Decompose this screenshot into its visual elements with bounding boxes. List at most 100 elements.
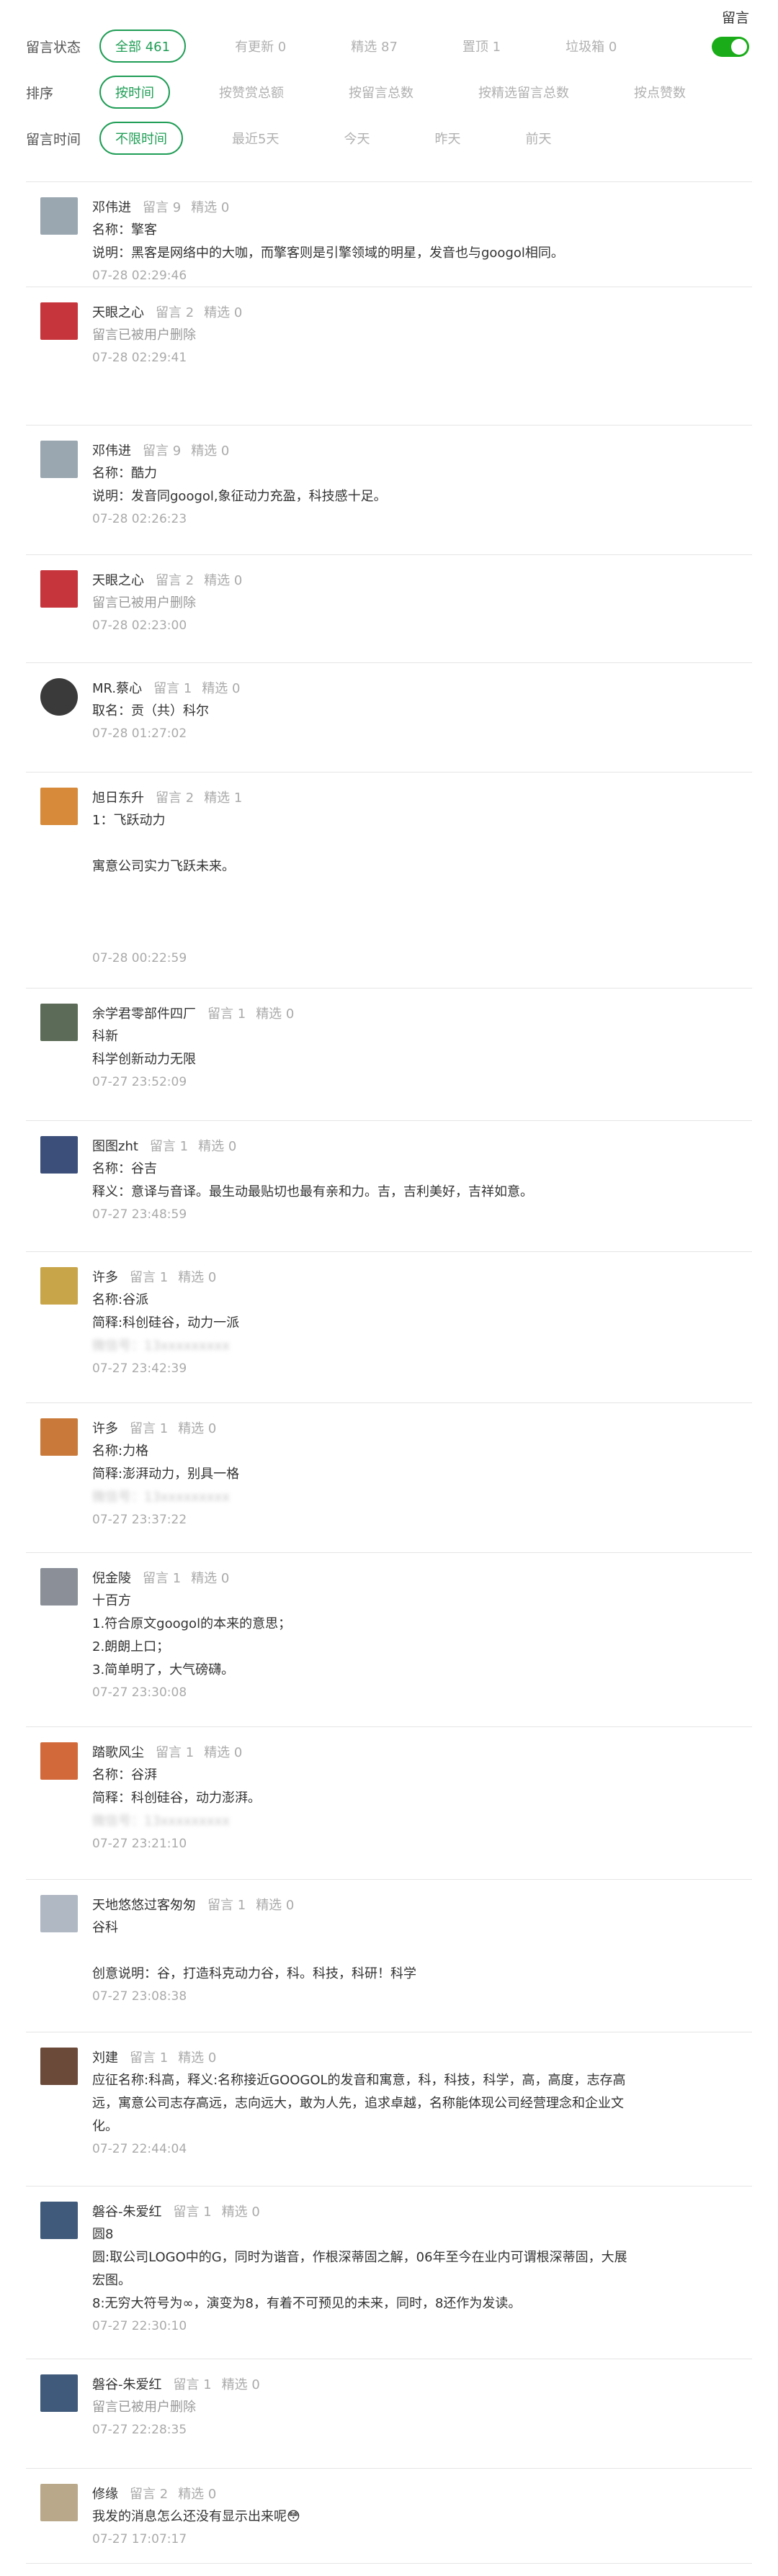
comment-username[interactable]: 修缘 [92,2487,118,2502]
avatar[interactable] [40,1267,78,1305]
comment-body: 余学君零部件四厂 留言 1 精选 0 科新 科学创新动力无限 07-27 23:52:09 [92,1004,741,1093]
comment-meta: 天眼之心 留言 2 精选 0 [92,302,741,324]
comment-timestamp: 07-27 23:08:38 [92,1989,187,2004]
comment-timestamp: 07-27 23:42:39 [92,1361,187,1376]
comment-meta: MR.蔡心 留言 1 精选 0 [92,678,741,700]
comment-management-page: 留言状态 全部 461 有更新 0 精选 87 置顶 1 垃圾箱 0 排序 按时间 按赞赏… [0,0,778,2576]
comment-username[interactable]: 天地悠悠过客匆匆 [92,1898,196,1913]
comment-username[interactable]: 邓伟进 [92,200,131,215]
comment-text-line: 说明：发音同googol,象征动力充盈，科技感十足。 [92,489,387,504]
featured-count-stat: 精选 0 [204,1745,243,1760]
avatar[interactable] [40,1004,78,1041]
featured-count-stat: 精选 0 [191,443,230,459]
comment-username[interactable]: 天眼之心 [92,573,144,588]
status-filter-option[interactable]: 有更新 0 [219,30,302,63]
time-filter-option[interactable]: 昨天 [419,122,476,155]
status-filter-option[interactable]: 全部 461 [99,30,187,63]
comment-meta: 邓伟进 留言 9 精选 0 [92,197,741,219]
avatar[interactable] [40,1136,78,1174]
sort-filter-option[interactable]: 按留言总数 [333,76,429,109]
avatar[interactable] [40,1418,78,1456]
avatar[interactable] [40,2048,78,2085]
comment-timestamp: 07-27 22:30:10 [92,2319,187,2333]
avatar[interactable] [40,441,78,478]
featured-count-stat: 精选 0 [191,200,230,215]
comment-count-stat: 留言 1 [130,1270,169,1285]
status-filter-option[interactable]: 垃圾箱 0 [550,30,632,63]
sort-filter-option[interactable]: 按时间 [99,76,170,109]
comment-text-line: 谷科 [92,1920,118,1935]
sort-filter-option[interactable]: 按精选留言总数 [462,76,585,109]
time-filter-option[interactable]: 不限时间 [99,122,183,155]
comment-username[interactable]: 许多 [92,1421,118,1436]
comment-timestamp: 07-27 23:37:22 [92,1513,187,1527]
comment-text-line: 创意说明：谷，打造科克动力谷，科。科技，科研！科学 [92,1966,416,1981]
comment-text-line: 简释:澎湃动力，别具一格 [92,1467,240,1482]
avatar[interactable] [40,197,78,235]
comment-item: 磐谷-朱爱红 留言 1 精选 0 圆8 圆:取公司LOGO中的G，同时为谐音，作根深蒂固… [26,2186,752,2359]
comment-body: 天地悠悠过客匆匆 留言 1 精选 0 谷科 创意说明：谷，打造科克动力谷，科。科技，科… [92,1895,741,2007]
comment-username[interactable]: MR.蔡心 [92,681,142,696]
comment-text-line: 科新 [92,1029,118,1044]
comment-username[interactable]: 踏歌风尘 [92,1745,144,1760]
toggle-knob [731,39,747,55]
featured-count-stat: 精选 1 [204,791,243,806]
comment-body: 邓伟进 留言 9 精选 0 名称：酷力 说明：发音同googol,象征动力充盈，科技感十… [92,441,741,530]
comment-text-line [92,901,741,924]
status-filter-label: 留言状态 [26,39,81,55]
comment-username[interactable]: 图图zht [92,1139,138,1154]
comment-username[interactable]: 刘建 [92,2050,118,2066]
avatar[interactable] [40,1742,78,1780]
avatar[interactable] [40,2374,78,2412]
comment-item: 许多 留言 1 精选 0 名称:力格 简释:澎湃动力，别具一格 微信号：13xxxxxxx… [26,1402,752,1552]
avatar[interactable] [40,2484,78,2521]
comment-text-line: 微信号：13xxxxxxxxx [92,1490,230,1505]
comment-username[interactable]: 许多 [92,1270,118,1285]
sort-filter-option[interactable]: 按点赞数 [618,76,702,109]
comment-count-stat: 留言 1 [173,2377,212,2392]
comment-username[interactable]: 旭日东升 [92,791,144,806]
comment-username[interactable]: 天眼之心 [92,305,144,320]
comment-text-line: 圆:取公司LOGO中的G，同时为谐音，作根深蒂固之解，06年至今在业内可谓根深蒂… [92,2250,627,2265]
time-filter-option[interactable]: 今天 [328,122,385,155]
comment-item: 邓伟进 留言 9 精选 0 名称：擎客 说明：黑客是网络中的大咖，而擎客则是引擎领域的明… [26,181,752,287]
comment-username[interactable]: 倪金陵 [92,1571,131,1586]
comment-item: 邓伟进 留言 9 精选 0 名称：酷力 说明：发音同googol,象征动力充盈，科技感十… [26,425,752,554]
comment-count-stat: 留言 9 [143,200,182,215]
avatar[interactable] [40,1895,78,1932]
featured-count-stat: 精选 0 [178,1270,217,1285]
avatar[interactable] [40,788,78,825]
comment-username[interactable]: 磐谷-朱爱红 [92,2377,162,2392]
sort-filter-option[interactable]: 按赞赏总额 [203,76,300,109]
status-filter-option[interactable]: 置顶 1 [447,30,517,63]
comment-username[interactable]: 邓伟进 [92,443,131,459]
comment-meta: 许多 留言 1 精选 0 [92,1267,741,1289]
avatar[interactable] [40,570,78,608]
comment-username[interactable]: 磐谷-朱爱红 [92,2205,162,2220]
comment-toggle-switch[interactable] [712,37,749,57]
sort-filter-label: 排序 [26,85,54,102]
comment-username[interactable]: 余学君零部件四厂 [92,1006,196,1022]
comment-timestamp: 07-28 02:29:46 [92,269,187,283]
comment-body: 许多 留言 1 精选 0 名称:谷派 简释:科创硅谷，动力一派 微信号：13xxxxxxx… [92,1267,741,1379]
comment-text-line: 3.简单明了，大气磅礴。 [92,1662,235,1677]
featured-count-stat: 精选 0 [256,1898,295,1913]
comment-count-stat: 留言 1 [207,1898,246,1913]
avatar[interactable] [40,1568,78,1606]
comment-text-line: 名称：谷湃 [92,1767,157,1783]
comment-text-line [92,924,741,947]
comment-item: 倪金陵 留言 1 精选 0 十百方 1.符合原文googol的本来的意思； 2.朗朗上口；… [26,1552,752,1726]
time-filter-option[interactable]: 最近5天 [216,122,295,155]
time-filter-label: 留言时间 [26,131,81,148]
avatar[interactable] [40,302,78,340]
avatar[interactable] [40,2202,78,2239]
time-filter-option[interactable]: 前天 [509,122,567,155]
comment-text-line: 微信号：13xxxxxxxxx [92,1814,230,1829]
sort-filter-row: 排序 按时间 按赞赏总额 按留言总数 按精选留言总数 按点赞数 [26,75,735,109]
comment-body: 图图zht 留言 1 精选 0 名称：谷吉 释义：意译与音译。最生动最贴切也最有亲和力。… [92,1136,741,1225]
comment-count-stat: 留言 1 [130,2050,169,2066]
comment-body: 旭日东升 留言 2 精选 1 1：飞跃动力 寓意公司实力飞跃未来。 07-28 00:… [92,788,741,969]
avatar[interactable] [40,678,78,716]
comment-meta: 邓伟进 留言 9 精选 0 [92,441,741,462]
status-filter-option[interactable]: 精选 87 [335,30,413,63]
